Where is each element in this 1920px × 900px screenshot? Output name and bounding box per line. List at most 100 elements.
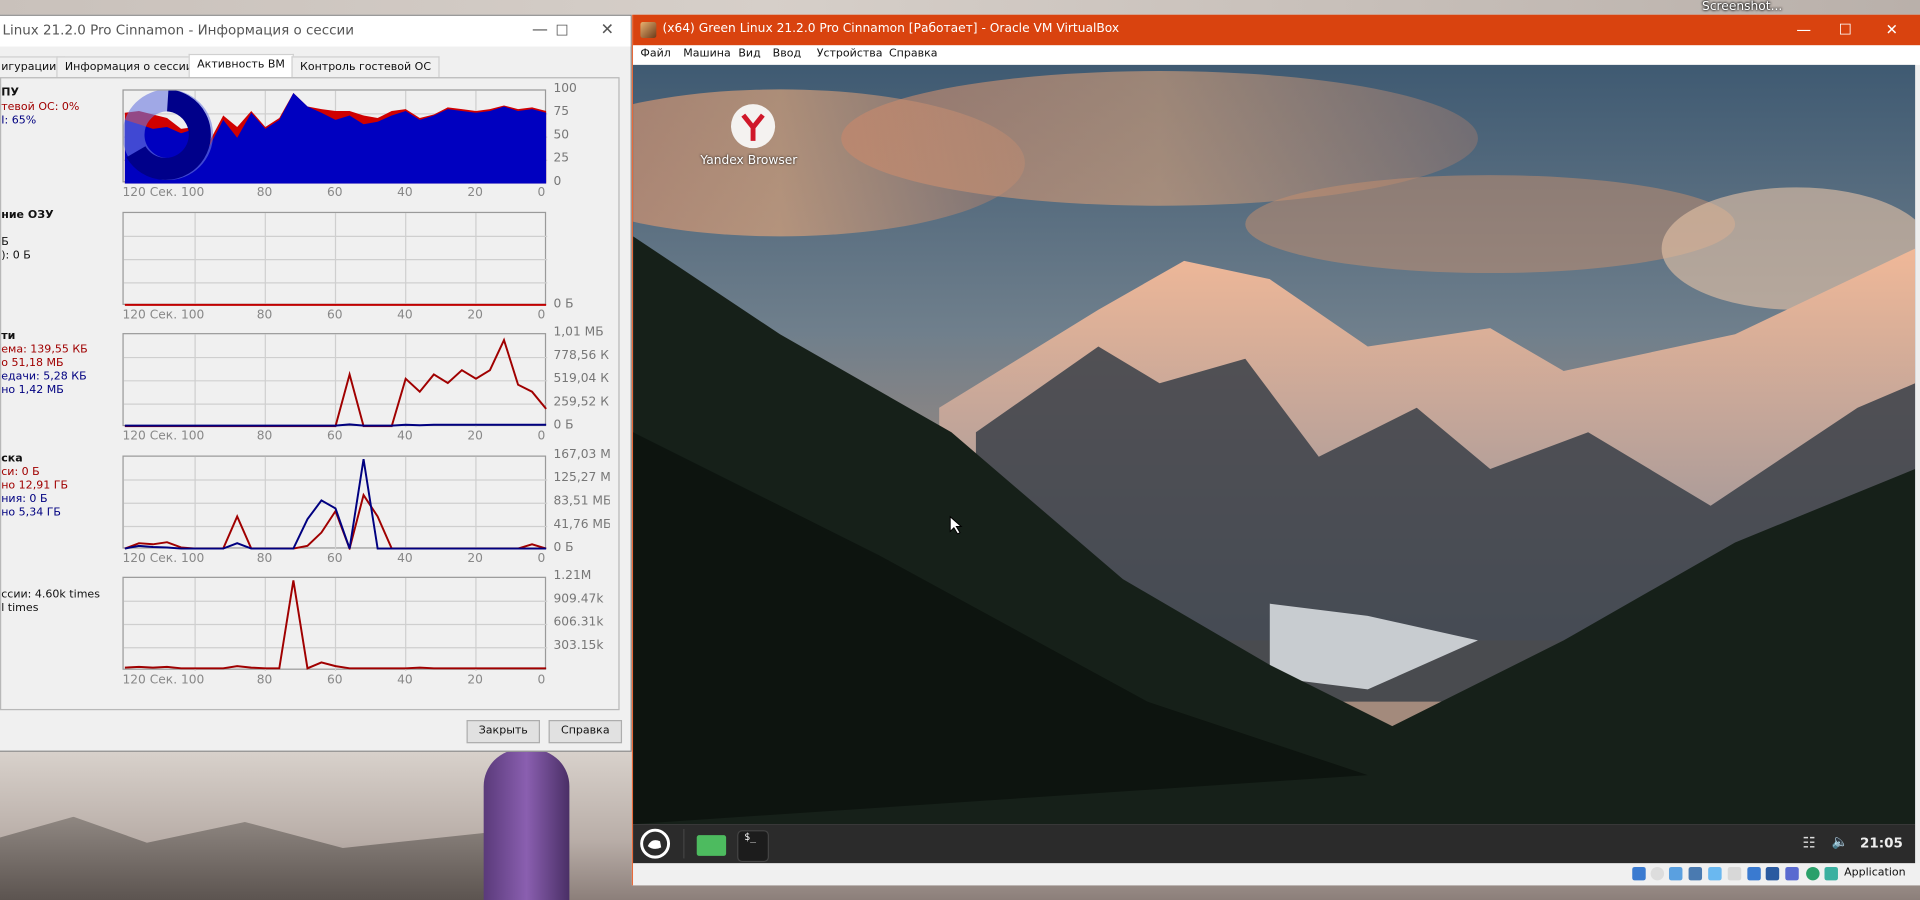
network-tx-rate: едачи: 5,28 КБ <box>1 371 87 384</box>
chart-plot <box>123 213 548 307</box>
network-rx-total: о 51,18 МБ <box>1 357 64 370</box>
vbox-titlebar[interactable]: (x64) Green Linux 21.2.0 Pro Cinnamon [Р… <box>633 14 1920 46</box>
maximize-button[interactable]: ☐ <box>1823 15 1867 46</box>
menu-file[interactable]: Файл <box>640 48 670 60</box>
vm-screen[interactable]: Yandex Browser <box>633 64 1916 825</box>
yandex-logo-icon <box>741 113 765 141</box>
help-button[interactable]: Справка <box>548 720 623 744</box>
y-tick-label: 909.47k <box>553 592 604 607</box>
tab-session-info[interactable]: Информация о сессии <box>56 56 202 78</box>
cpu-heading: ПУ <box>1 86 19 100</box>
x-tick-label: 40 <box>397 308 413 323</box>
x-tick-label: 120 Сек. 100 <box>122 186 205 200</box>
close-button[interactable]: Закрыть <box>466 720 541 744</box>
chart-4 <box>122 576 548 672</box>
x-tick-label: 120 Сек. 100 <box>122 308 205 323</box>
y-tick-label: 778,56 К <box>553 348 609 363</box>
ram-heading: ние ОЗУ <box>1 209 54 222</box>
x-tick-label: 20 <box>467 429 483 444</box>
taskbar-divider <box>683 828 685 859</box>
tab-configuration[interactable]: игурации <box>0 56 65 78</box>
video-capture-icon[interactable] <box>1765 866 1780 881</box>
chart-2 <box>122 333 548 428</box>
maximize-button[interactable]: ☐ <box>540 16 584 47</box>
guest-additions-icon[interactable] <box>1806 866 1820 881</box>
y-tick-label: 0 Б <box>553 418 574 433</box>
menu-icon[interactable] <box>639 828 671 860</box>
usb-icon[interactable] <box>1708 866 1722 881</box>
yandex-browser-label[interactable]: Yandex Browser <box>700 154 797 167</box>
disk-write-total: но 12,91 ГБ <box>1 480 69 493</box>
x-tick-label: 80 <box>256 308 273 323</box>
network-icon[interactable]: ☷ <box>1802 834 1815 851</box>
audio-icon[interactable] <box>1668 866 1683 881</box>
network-adapter-icon[interactable] <box>1688 866 1703 881</box>
x-tick-label: 60 <box>326 673 343 687</box>
yandex-browser-icon[interactable] <box>731 104 776 149</box>
close-window-button[interactable]: ✕ <box>585 16 629 47</box>
x-tick-label: 40 <box>397 429 413 444</box>
y-tick-label: 50 <box>553 128 570 143</box>
tab-vm-activity[interactable]: Активность ВМ <box>188 53 294 79</box>
y-tick-label: 167,03 М <box>553 448 610 462</box>
y-tick-label: 41,76 МБ <box>553 517 610 532</box>
x-tick-label: 0 <box>537 673 546 687</box>
display-icon[interactable] <box>1747 866 1761 881</box>
network-heading: ти <box>1 330 16 343</box>
virtualbox-icon <box>640 22 657 38</box>
y-tick-label: 519,04 К <box>553 372 609 386</box>
menu-view[interactable]: Вид <box>738 48 760 60</box>
tab-guest-control[interactable]: Контроль гостевой ОС <box>291 56 440 78</box>
vbox-status-bar: Application <box>633 863 1920 886</box>
clock[interactable]: 21:05 <box>1860 835 1903 851</box>
chart-plot <box>123 334 548 428</box>
chart-plot <box>123 90 548 184</box>
chart-3 <box>122 455 548 550</box>
disk-read-total: но 5,34 ГБ <box>1 506 62 520</box>
chart-1 <box>122 211 548 307</box>
chart-0 <box>122 89 548 184</box>
dialog-titlebar[interactable]: Linux 21.2.0 Pro Cinnamon - Информация о… <box>0 15 631 47</box>
cpu-guest-label: тевой ОС: 0% <box>1 101 80 114</box>
desktop-file-label[interactable]: Screenshot... <box>1702 0 1782 13</box>
minimize-button[interactable]: — <box>1782 15 1826 46</box>
vmexits-line-2: l times <box>1 602 39 615</box>
y-tick-label: 606.31k <box>553 615 604 630</box>
optical-drive-icon[interactable] <box>1650 866 1665 881</box>
ram-line-2: ): 0 Б <box>1 249 31 263</box>
menu-input[interactable]: Ввод <box>773 48 801 60</box>
hard-disk-icon[interactable] <box>1632 866 1646 881</box>
x-tick-label: 0 <box>537 552 546 566</box>
x-tick-label: 0 <box>537 429 546 444</box>
files-icon[interactable] <box>696 835 727 856</box>
chart-plot <box>123 456 548 550</box>
disk-heading: ска <box>1 453 23 466</box>
disk-read-rate: ния: 0 Б <box>1 493 48 506</box>
y-tick-label: 0 Б <box>553 297 574 312</box>
close-window-button[interactable]: ✕ <box>1870 15 1914 46</box>
mouse-integration-icon[interactable] <box>1824 866 1838 881</box>
shared-folders-icon[interactable] <box>1727 866 1742 881</box>
guest-taskbar: $_ ☷ 🔈 21:05 <box>633 824 1916 864</box>
y-tick-label: 0 Б <box>553 541 574 555</box>
x-tick-label: 40 <box>397 673 413 687</box>
host-key-label: Application <box>1844 866 1906 880</box>
x-tick-label: 80 <box>256 673 273 687</box>
chart-plot <box>123 577 548 672</box>
network-rx-rate: ема: 139,55 КБ <box>1 344 88 357</box>
y-tick-label: 303.15k <box>553 639 604 653</box>
y-tick-label: 1,01 МБ <box>553 325 604 340</box>
menu-devices[interactable]: Устройства <box>817 48 883 60</box>
menu-machine[interactable]: Машина <box>683 48 730 60</box>
y-tick-label: 25 <box>553 151 570 166</box>
volume-icon[interactable]: 🔈 <box>1832 834 1849 850</box>
x-tick-label: 60 <box>326 552 343 566</box>
vt-x-icon[interactable] <box>1785 866 1799 881</box>
screen: Screenshot... Linux 21.2.0 Pro Cinnamon … <box>0 0 1920 900</box>
menu-help[interactable]: Справка <box>889 48 938 60</box>
y-tick-label: 75 <box>553 105 570 119</box>
terminal-icon[interactable]: $_ <box>737 830 769 863</box>
x-tick-label: 60 <box>326 429 343 444</box>
x-tick-label: 40 <box>397 552 413 566</box>
vbox-title: (x64) Green Linux 21.2.0 Pro Cinnamon [Р… <box>662 22 1120 36</box>
